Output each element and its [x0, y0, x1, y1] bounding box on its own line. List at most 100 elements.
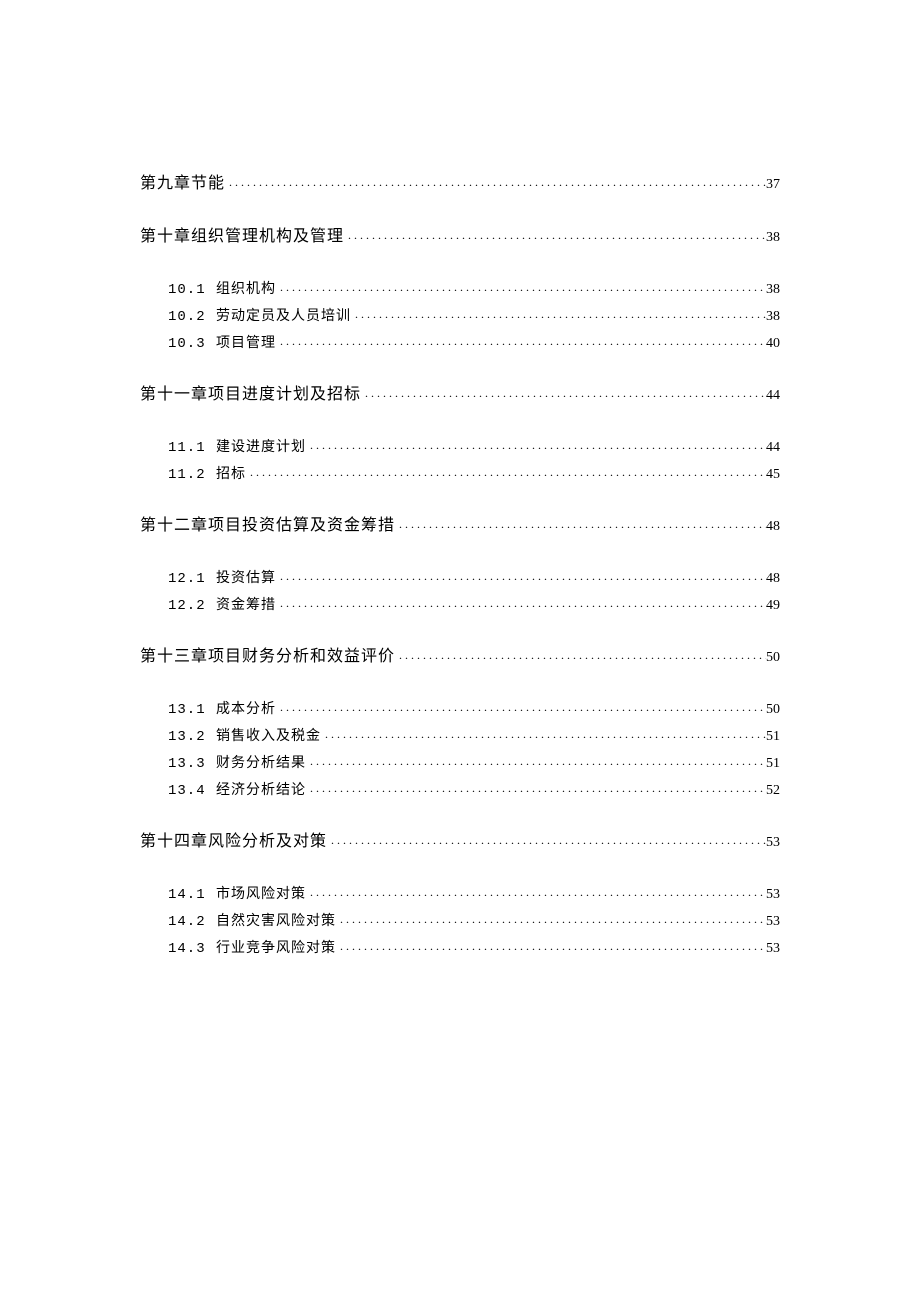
toc-page-number: 53 [766, 829, 780, 857]
toc-dot-leader [276, 330, 766, 354]
toc-section-number: 14.2 [168, 909, 216, 935]
toc-section-number: 13.1 [168, 697, 216, 723]
toc-dot-leader [321, 723, 766, 747]
toc-dot-leader [306, 881, 766, 905]
toc-page-number: 53 [766, 882, 780, 908]
toc-dot-leader [276, 565, 766, 589]
toc-section-entry: 10.2劳动定员及人员培训 38 [140, 303, 780, 330]
toc-dot-leader [246, 461, 766, 485]
toc-section-entry: 14.1市场风险对策 53 [140, 881, 780, 908]
toc-dot-leader [361, 381, 766, 407]
toc-section-number: 12.2 [168, 593, 216, 619]
toc-page-number: 52 [766, 778, 780, 804]
toc-section-group: 10.1组织机构 38 10.2劳动定员及人员培训 38 10.3项目管理 40 [140, 276, 780, 357]
toc-section-number: 14.3 [168, 936, 216, 962]
toc-section-number: 14.1 [168, 882, 216, 908]
toc-section-entry: 11.1建设进度计划 44 [140, 434, 780, 461]
toc-section-group: 14.1市场风险对策 53 14.2自然灾害风险对策 53 14.3行业竞争风险对策 53 [140, 881, 780, 962]
toc-section-number: 10.2 [168, 304, 216, 330]
toc-section-entry: 10.3项目管理 40 [140, 330, 780, 357]
toc-section-title: 财务分析结果 [216, 751, 306, 777]
toc-section-title: 项目管理 [216, 331, 276, 357]
toc-section-entry: 12.2资金筹措 49 [140, 592, 780, 619]
toc-chapter-title: 第十一章项目进度计划及招标 [140, 381, 361, 409]
toc-section-title: 劳动定员及人员培训 [216, 304, 351, 330]
toc-page-number: 53 [766, 909, 780, 935]
toc-section-entry: 12.1投资估算 48 [140, 565, 780, 592]
toc-section-number: 13.3 [168, 751, 216, 777]
toc-chapter-title: 第十二章项目投资估算及资金筹措 [140, 512, 395, 540]
toc-dot-leader [395, 512, 766, 538]
toc-section-group: 11.1建设进度计划 44 11.2招标 45 [140, 434, 780, 488]
toc-section-title: 组织机构 [216, 277, 276, 303]
toc-chapter-entry: 第十四章风险分析及对策 53 [140, 828, 780, 857]
toc-dot-leader [336, 935, 766, 959]
toc-section-title: 成本分析 [216, 697, 276, 723]
toc-section-entry: 14.2自然灾害风险对策 53 [140, 908, 780, 935]
toc-dot-leader [225, 170, 766, 196]
toc-page-number: 37 [766, 171, 780, 199]
toc-dot-leader [306, 750, 766, 774]
toc-section-entry: 13.2销售收入及税金 51 [140, 723, 780, 750]
toc-section-entry: 13.1成本分析 50 [140, 696, 780, 723]
toc-dot-leader [344, 223, 766, 249]
toc-section-number: 10.1 [168, 277, 216, 303]
toc-page-number: 44 [766, 435, 780, 461]
toc-page-number: 38 [766, 277, 780, 303]
toc-dot-leader [336, 908, 766, 932]
toc-section-entry: 11.2招标 45 [140, 461, 780, 488]
toc-page-number: 38 [766, 304, 780, 330]
toc-section-entry: 13.4经济分析结论 52 [140, 777, 780, 804]
toc-section-title: 投资估算 [216, 566, 276, 592]
toc-dot-leader [306, 434, 766, 458]
toc-section-group: 13.1成本分析5013.2销售收入及税金5113.3财务分析结果5113.4经… [140, 696, 780, 804]
toc-section-title: 自然灾害风险对策 [216, 909, 336, 935]
toc-section-number: 11.2 [168, 462, 216, 488]
toc-section-number: 11.1 [168, 435, 216, 461]
toc-section-number: 10.3 [168, 331, 216, 357]
toc-page-number: 50 [766, 644, 780, 672]
toc-page-number: 50 [766, 697, 780, 723]
toc-section-title: 资金筹措 [216, 593, 276, 619]
toc-dot-leader [276, 276, 766, 300]
toc-section-entry: 14.3行业竞争风险对策 53 [140, 935, 780, 962]
toc-dot-leader [395, 643, 766, 669]
toc-section-title: 销售收入及税金 [216, 724, 321, 750]
toc-page-number: 49 [766, 593, 780, 619]
toc-section-entry: 13.3财务分析结果 51 [140, 750, 780, 777]
toc-chapter-title: 第十章组织管理机构及管理 [140, 223, 344, 251]
toc-page-number: 45 [766, 462, 780, 488]
toc-page-number: 40 [766, 331, 780, 357]
toc-section-number: 12.1 [168, 566, 216, 592]
toc-chapter-entry: 第十一章项目进度计划及招标 44 [140, 381, 780, 410]
toc-chapter-title: 第九章节能 [140, 170, 225, 198]
toc-chapter-entry: 第十三章项目财务分析和效益评价 50 [140, 643, 780, 672]
toc-section-title: 招标 [216, 462, 246, 488]
toc-chapter-entry: 第九章节能 37 [140, 170, 780, 199]
toc-dot-leader [306, 777, 766, 801]
table-of-contents: 第九章节能37第十章组织管理机构及管理3810.1组织机构3810.2劳动定员及… [140, 170, 780, 962]
toc-chapter-title: 第十三章项目财务分析和效益评价 [140, 643, 395, 671]
toc-chapter-entry: 第十章组织管理机构及管理 38 [140, 223, 780, 252]
toc-section-title: 经济分析结论 [216, 778, 306, 804]
toc-dot-leader [327, 828, 766, 854]
toc-chapter-title: 第十四章风险分析及对策 [140, 828, 327, 856]
toc-page-number: 44 [766, 382, 780, 410]
toc-dot-leader [276, 592, 766, 616]
toc-page-number: 53 [766, 936, 780, 962]
toc-section-number: 13.4 [168, 778, 216, 804]
toc-page-number: 38 [766, 224, 780, 252]
toc-section-entry: 10.1组织机构 38 [140, 276, 780, 303]
toc-page-number: 51 [766, 724, 780, 750]
toc-page-number: 48 [766, 566, 780, 592]
toc-section-title: 行业竞争风险对策 [216, 936, 336, 962]
toc-section-group: 12.1投资估算 48 12.2资金筹措 49 [140, 565, 780, 619]
toc-section-title: 市场风险对策 [216, 882, 306, 908]
toc-section-number: 13.2 [168, 724, 216, 750]
toc-dot-leader [276, 696, 766, 720]
toc-chapter-entry: 第十二章项目投资估算及资金筹措 48 [140, 512, 780, 541]
toc-section-title: 建设进度计划 [216, 435, 306, 461]
toc-dot-leader [351, 303, 766, 327]
toc-page-number: 48 [766, 513, 780, 541]
toc-page-number: 51 [766, 751, 780, 777]
